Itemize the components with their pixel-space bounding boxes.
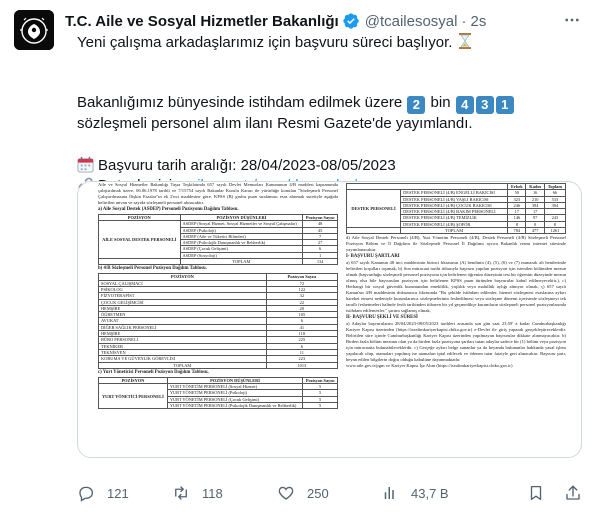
hourglass-icon (458, 33, 471, 49)
document-intro: Aile ve Sosyal Hizmetler Bakanlığı Taşra… (98, 182, 338, 205)
tweet-text-line2: Bakanlığımız bünyesinde istihdam edilmek… (77, 94, 403, 111)
calendar-icon (77, 156, 94, 173)
document-right-column: Erkek Kadın Toplam DESTEK PERSONELİ DEST… (345, 182, 567, 369)
share-icon (566, 485, 580, 500)
yurt-table: POZİSYON POZİSYON DÜŞÜNLERİ Pozisyon Say… (98, 376, 338, 410)
table-total-row: TOPLAM 134 (98, 258, 338, 266)
table-cell: TOPLAM (400, 227, 509, 235)
retweet-icon (175, 486, 187, 500)
document-left-column: Aile ve Sosyal Hizmetler Bakanlığı Taşra… (98, 182, 339, 410)
keycap-3: 3 (475, 96, 494, 114)
document-section-a: a) Aile Sosyal Destek (ASDEP) Personeli … (98, 207, 239, 212)
tweet-line: Yeni çalışma arkadaşlarımız için başvuru… (77, 33, 582, 53)
keycap-1: 1 (495, 96, 514, 114)
application-dates: Başvuru tarih aralığı: 28/04/2023-08/05/… (98, 157, 396, 174)
reply-button[interactable]: 121 (77, 483, 129, 503)
table-cell: TOPLAM (98, 361, 267, 369)
views-count: 43,7 B (411, 485, 449, 501)
tweet-actions: 121 118 250 43,7 B (77, 483, 582, 503)
ministry-logo-icon (14, 10, 54, 50)
separator: · (461, 12, 467, 30)
keycap-4: 4 (455, 96, 474, 114)
table-row: DESTEK PERSONELİ DESTEK PERSONELİ (4/B) … (345, 189, 567, 229)
more-options-icon (565, 18, 579, 22)
verified-badge-icon[interactable] (342, 12, 360, 30)
bookmark-icon (530, 485, 542, 501)
tweet-line: Bakanlığımız bünyesinde istihdam edilmek… (77, 93, 582, 114)
group-cell: YURT YÖNETİCİ PERSONELİ (98, 383, 168, 410)
table-cell: 1261 (543, 227, 567, 235)
table-cell: 477 (525, 227, 545, 235)
reply-count: 121 (107, 485, 129, 501)
table-total-row: TOPLAM 1013 (98, 361, 339, 369)
document-section-b: b) 4/B Sözleşmeli Personel Pozisyon Dağı… (98, 266, 207, 272)
table-cell: 134 (302, 258, 338, 266)
document-paragraph: a) 657 sayılı Kanunun 48 inci maddesinin… (346, 260, 566, 314)
views-icon (384, 487, 394, 499)
table-cell: YURT YÖNETİM PERSONELİ (Psikolojik Danış… (166, 401, 304, 410)
like-count: 250 (307, 485, 329, 501)
document-section-c: c) Yurt Yöneticisi Personeli Pozisyon Da… (98, 369, 209, 375)
tweet-text-line1: Yeni çalışma arkadaşlarımız için başvuru… (77, 34, 453, 51)
share-button[interactable] (564, 483, 582, 503)
keycap-2: 2 (407, 96, 426, 114)
tweet-line: Başvuru tarih aralığı: 28/04/2023-08/05/… (77, 156, 582, 176)
timestamp[interactable]: 2s (470, 13, 486, 30)
reply-icon (79, 486, 94, 502)
tweet-line: sözleşmeli personel alım ilanı Resmi Gaz… (77, 114, 582, 134)
tweet-text: Yeni çalışma arkadaşlarımız için başvuru… (77, 33, 582, 196)
tweet-header: T.C. Aile ve Sosyal Hizmetler Bakanlığı … (65, 11, 559, 31)
table-cell: TOPLAM (179, 258, 304, 266)
table-cell: DESTEK PERSONELİ (4/B) ÇOCUK BAKICISI (400, 201, 509, 210)
document-footer-link: www.aile.gov.tr/pgm ve Kariyer Kapısı İş… (346, 363, 513, 369)
table-cell: DESTEK PERSONELİ (4/B) BAKIM PERSONELİ (400, 208, 509, 216)
like-button[interactable]: 250 (277, 483, 329, 503)
table-cell: DESTEK PERSONELİ (4/B) ENGELLİ BAKICISI (400, 189, 509, 197)
attached-document-image[interactable]: Aile ve Sosyal Hizmetler Bakanlığı Taşra… (77, 181, 582, 458)
bookmark-button[interactable] (527, 483, 545, 503)
retweet-button[interactable]: 118 (172, 483, 223, 503)
group-cell: DESTEK PERSONELİ (345, 189, 402, 229)
handle[interactable]: @tcailesosyal (365, 13, 458, 30)
views-button[interactable]: 43,7 B (381, 483, 449, 503)
table-cell: 5 (302, 401, 338, 410)
retweet-count: 118 (202, 485, 223, 501)
table-header: Pozisyon Sayısı (302, 376, 338, 385)
table-header: Pozisyon Sayısı (302, 213, 338, 222)
group-cell: AİLE SOSYAL DESTEK PERSONELİ (98, 220, 181, 260)
tweet: T.C. Aile ve Sosyal Hizmetler Bakanlığı … (0, 0, 599, 515)
avatar[interactable] (14, 10, 54, 50)
support-staff-table: Erkek Kadın Toplam DESTEK PERSONELİ DEST… (345, 182, 567, 235)
tweet-text-line3: sözleşmeli personel alım ilanı Resmi Gaz… (77, 115, 473, 132)
tweet-text-bin: bin (430, 94, 451, 111)
document-paragraph: a) Adaylar başvurularını 28/04/2023-08/0… (346, 321, 566, 363)
positions-table: POZİSYON Pozisyon Sayısı SOSYAL ÇALIŞMAC… (98, 273, 339, 369)
more-options-button[interactable] (561, 9, 583, 31)
table-cell: 784 (507, 227, 527, 235)
asdep-table: POZİSYON POZİSYON DÜŞÜNLERİ Pozisyon Say… (98, 213, 338, 266)
heart-icon (278, 486, 294, 500)
table-cell: ASDEP (Sosyal Hizmet, Sosyal Hizmetler v… (179, 220, 304, 228)
table-cell: 1013 (265, 361, 339, 369)
display-name[interactable]: T.C. Aile ve Sosyal Hizmetler Bakanlığı (65, 13, 339, 30)
document-paragraph: d) Aile Sosyal Destek Personeli (4/B), Y… (346, 235, 566, 253)
table-total-row: TOPLAM 784 477 1261 (345, 227, 567, 235)
